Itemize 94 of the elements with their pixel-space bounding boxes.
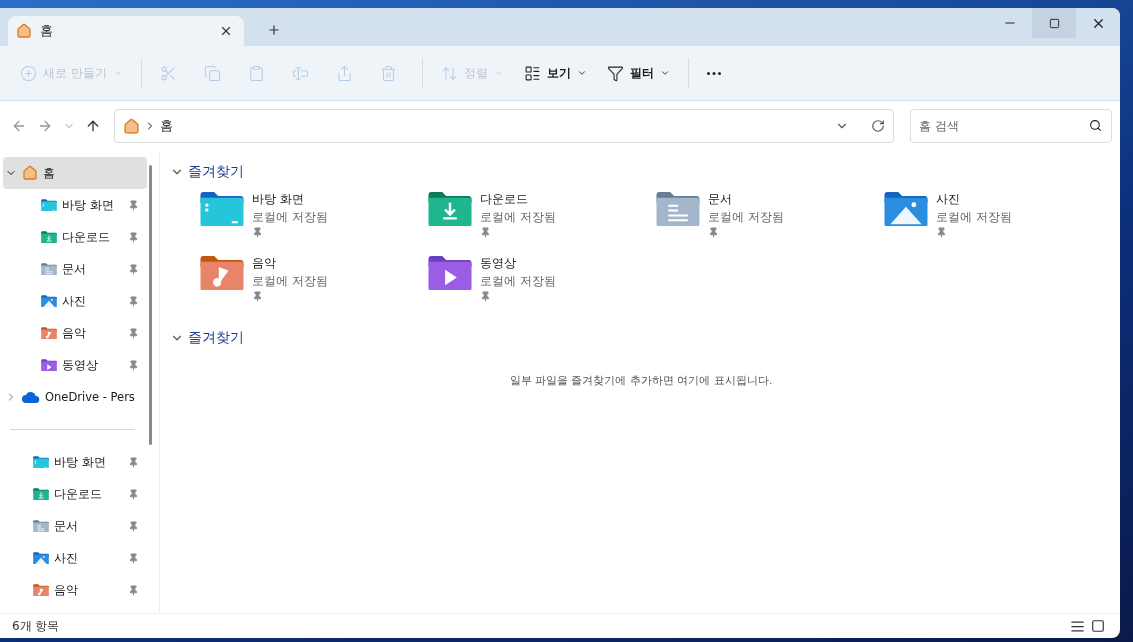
folder-name: 음악 — [252, 255, 277, 272]
sidebar-item[interactable]: 다운로드 — [3, 221, 147, 253]
sidebar-item[interactable]: 동영상 — [3, 349, 147, 381]
folder-name: 동영상 — [480, 255, 517, 272]
home-icon — [16, 23, 32, 39]
desktop-folder-icon — [41, 198, 57, 212]
sidebar-item[interactable]: 홈 — [3, 157, 147, 189]
desktop-folder-icon — [33, 455, 49, 469]
folder-item[interactable]: 사진 로컬에 저장됨 — [884, 191, 1112, 247]
search-field[interactable]: 홈 검색 — [910, 109, 1112, 143]
sidebar-item[interactable]: 사진 — [3, 285, 147, 317]
folder-status: 로컬에 저장됨 — [480, 209, 556, 226]
pin-icon — [708, 227, 719, 238]
sidebar-item[interactable]: 문서 — [3, 253, 147, 285]
folder-name: 바탕 화면 — [252, 191, 305, 208]
pin-icon — [128, 327, 139, 339]
pin-icon — [480, 291, 491, 302]
empty-message: 일부 파일을 즐겨찾기에 추가하면 여기에 표시됩니다. — [508, 373, 774, 388]
section-header[interactable]: 즐겨찾기 — [170, 325, 244, 351]
pictures-folder-icon — [33, 551, 49, 565]
folder-item[interactable]: 음악 로컬에 저장됨 — [200, 255, 428, 311]
folder-status: 로컬에 저장됨 — [480, 273, 556, 290]
search-icon — [1089, 119, 1102, 132]
pictures-folder-icon — [41, 294, 57, 308]
sidebar-item[interactable]: 음악 — [3, 317, 147, 349]
refresh-icon[interactable] — [871, 119, 885, 133]
pictures-folder-icon — [884, 191, 928, 227]
section-title: 즐겨찾기 — [188, 163, 244, 181]
pin-icon — [128, 263, 139, 275]
folder-status: 로컬에 저장됨 — [252, 209, 328, 226]
folder-status: 로컬에 저장됨 — [708, 209, 784, 226]
sidebar-item[interactable]: 사진 — [3, 542, 147, 574]
folder-name: 다운로드 — [480, 191, 529, 208]
pin-icon — [936, 227, 947, 238]
sidebar-item[interactable]: 문서 — [3, 510, 147, 542]
pin-icon — [252, 227, 263, 238]
sidebar-item[interactable]: 바탕 화면 — [3, 446, 147, 478]
section-header[interactable]: 즐겨찾기 — [170, 159, 244, 185]
pin-icon — [128, 584, 139, 596]
arrow-left-icon — [11, 118, 27, 134]
video-folder-icon — [428, 255, 472, 291]
toolbar-label: 보기 — [546, 64, 571, 82]
folder-item[interactable]: 다운로드 로컬에 저장됨 — [428, 191, 656, 247]
square-icon — [1091, 619, 1105, 633]
section-title: 즐겨찾기 — [188, 329, 244, 347]
item-count: 6개 항목 — [12, 617, 60, 635]
folder-item[interactable]: 문서 로컬에 저장됨 — [656, 191, 884, 247]
document-folder-icon — [33, 519, 49, 533]
pin-icon — [128, 488, 139, 500]
view-button[interactable]: 보기 — [515, 55, 595, 91]
toolbar-label: 필터 — [629, 64, 654, 82]
folder-status: 로컬에 저장됨 — [252, 273, 328, 290]
arrow-right-icon — [37, 118, 53, 134]
download-folder-icon — [33, 487, 49, 501]
document-folder-icon — [41, 262, 57, 276]
video-folder-icon — [41, 358, 57, 372]
sidebar-item[interactable]: 바탕 화면 — [3, 189, 147, 221]
pin-icon — [128, 359, 139, 371]
maximize-button[interactable] — [1032, 8, 1076, 38]
folder-item[interactable]: 바탕 화면 로컬에 저장됨 — [200, 191, 428, 247]
folder-name: 문서 — [708, 191, 733, 208]
plus-icon — [267, 23, 281, 37]
pin-icon — [252, 291, 263, 302]
address-bar[interactable]: 홈 — [114, 109, 894, 143]
folder-item[interactable]: 동영상 로컬에 저장됨 — [428, 255, 656, 311]
cloud-icon — [22, 391, 40, 403]
download-folder-icon — [41, 230, 57, 244]
pin-icon — [128, 199, 139, 211]
desktop-folder-icon — [200, 191, 244, 227]
folder-status: 로컬에 저장됨 — [936, 209, 1012, 226]
folder-name: 사진 — [936, 191, 961, 208]
close-icon — [219, 24, 233, 38]
breadcrumb[interactable]: 홈 — [160, 117, 173, 135]
tab[interactable]: 홈 — [8, 16, 244, 46]
music-folder-icon — [41, 326, 57, 340]
maximize-icon — [1048, 17, 1060, 29]
pin-icon — [128, 552, 139, 564]
sidebar-item[interactable]: 다운로드 — [3, 478, 147, 510]
music-folder-icon — [200, 255, 244, 291]
home-icon — [22, 165, 38, 181]
pin-icon — [128, 231, 139, 243]
pin-icon — [128, 295, 139, 307]
sidebar-item[interactable]: 음악 — [3, 574, 147, 606]
sidebar-item[interactable]: OneDrive - Pers — [3, 381, 147, 413]
filter-button[interactable]: 필터 — [598, 55, 678, 91]
list-icon — [1070, 618, 1085, 634]
download-folder-icon — [428, 191, 472, 227]
music-folder-icon — [33, 583, 49, 597]
pin-icon — [128, 456, 139, 468]
pin-icon — [480, 227, 491, 238]
document-folder-icon — [656, 191, 700, 227]
home-icon — [123, 117, 140, 135]
pin-icon — [128, 520, 139, 532]
scrollbar-thumb[interactable] — [149, 165, 152, 445]
